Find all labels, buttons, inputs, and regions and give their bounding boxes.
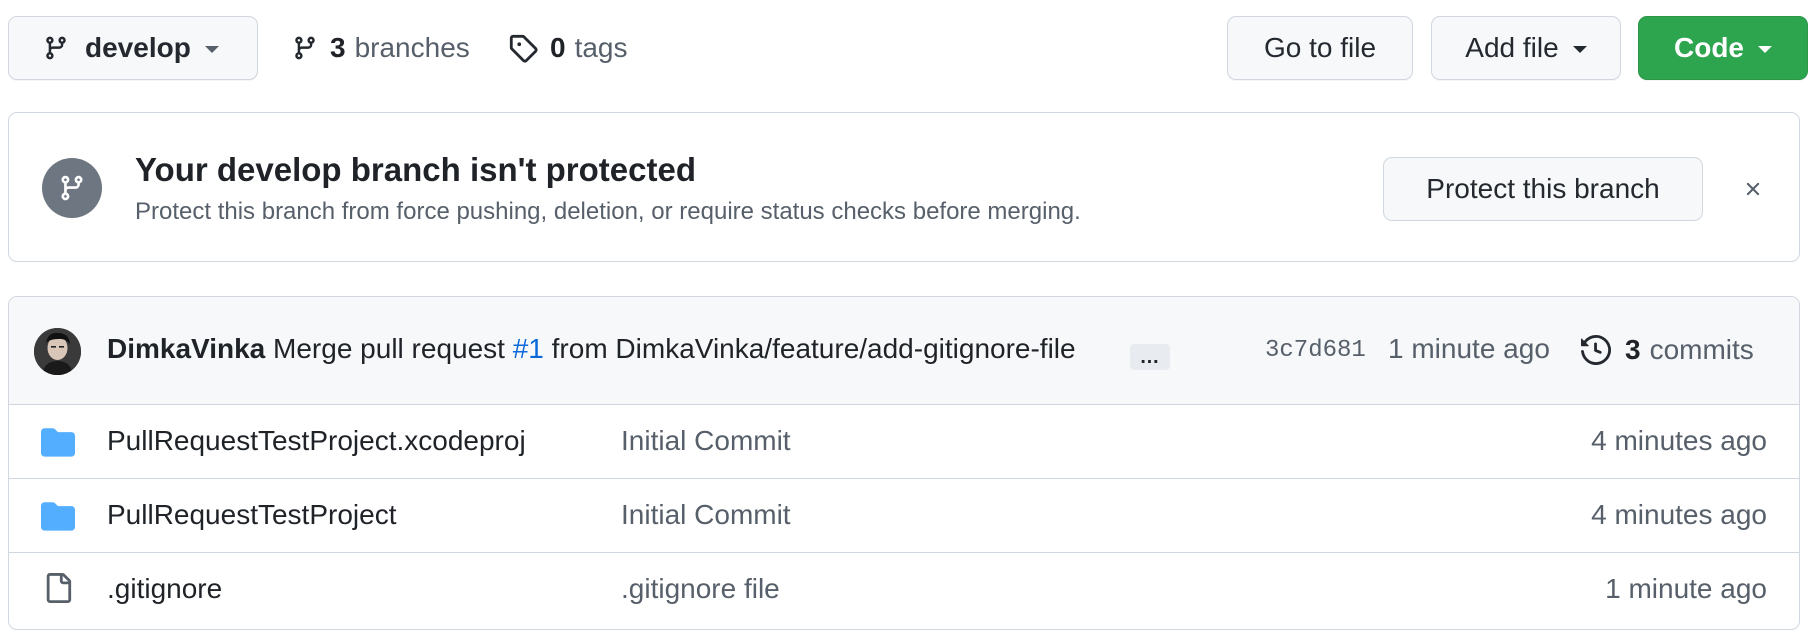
file-icon	[46, 573, 72, 603]
branch-name: develop	[85, 32, 191, 63]
file-name-link[interactable]: PullRequestTestProject	[107, 499, 396, 531]
avatar-image	[34, 328, 81, 375]
tag-icon	[509, 34, 538, 63]
banner-subtitle: Protect this branch from force pushing, …	[135, 198, 1081, 225]
protect-branch-label: Protect this branch	[1426, 173, 1660, 204]
code-label: Code	[1674, 32, 1744, 63]
chevron-down-icon	[204, 46, 219, 53]
tags-count: 0	[550, 32, 566, 63]
repo-toolbar: develop 3 branches 0 tags Go to file Add…	[8, 16, 1808, 80]
branches-count: 3	[330, 32, 346, 63]
commit-sha-link[interactable]: 3c7d681	[1265, 337, 1366, 364]
avatar[interactable]	[34, 328, 81, 375]
file-commit-message-link[interactable]: Initial Commit	[621, 425, 791, 457]
folder-icon	[41, 502, 75, 531]
expand-commit-message-button[interactable]: …	[1130, 344, 1170, 370]
chevron-down-icon	[1572, 46, 1587, 53]
add-file-button[interactable]: Add file	[1431, 16, 1621, 80]
table-row[interactable]: .gitignore .gitignore file 1 minute ago	[9, 553, 1799, 627]
file-browser: DimkaVinka Merge pull request #1 from Di…	[8, 296, 1800, 630]
chevron-down-icon	[1758, 46, 1772, 53]
file-commit-message-link[interactable]: Initial Commit	[621, 499, 791, 531]
git-branch-icon	[61, 175, 83, 201]
tags-label: tags	[574, 32, 628, 63]
branches-link[interactable]: 3 branches	[292, 16, 470, 80]
branch-protection-banner: Your develop branch isn't protected Prot…	[8, 112, 1800, 262]
folder-icon	[41, 428, 75, 457]
git-branch-icon	[295, 36, 315, 60]
go-to-file-button[interactable]: Go to file	[1227, 16, 1413, 80]
go-to-file-label: Go to file	[1263, 32, 1377, 63]
commits-count: 3	[1625, 334, 1641, 365]
branches-label: branches	[354, 32, 470, 63]
commit-message-prefix[interactable]: Merge pull request	[273, 333, 505, 364]
banner-title: Your develop branch isn't protected	[135, 151, 696, 188]
file-commit-time: 4 minutes ago	[1591, 499, 1767, 530]
banner-branch-badge	[42, 158, 102, 218]
file-commit-message-link[interactable]: .gitignore file	[621, 573, 780, 605]
table-row[interactable]: PullRequestTestProject.xcodeproj Initial…	[9, 405, 1799, 479]
file-commit-time: 4 minutes ago	[1591, 425, 1767, 456]
table-row[interactable]: PullRequestTestProject Initial Commit 4 …	[9, 479, 1799, 553]
file-commit-time: 1 minute ago	[1605, 573, 1767, 604]
commit-message-suffix[interactable]: from DimkaVinka/feature/add-gitignore-fi…	[552, 333, 1076, 364]
branch-selector-button[interactable]: develop	[8, 16, 258, 80]
commit-summary: DimkaVinka Merge pull request #1 from Di…	[107, 333, 1076, 365]
protect-branch-button[interactable]: Protect this branch	[1383, 157, 1703, 221]
close-icon	[1746, 182, 1760, 196]
file-name-link[interactable]: .gitignore	[107, 573, 222, 605]
commit-time: 1 minute ago	[1388, 333, 1550, 364]
tags-link[interactable]: 0 tags	[508, 16, 628, 80]
code-button[interactable]: Code	[1638, 16, 1808, 80]
commits-history-link[interactable]: 3 commits	[1581, 329, 1754, 371]
file-name-link[interactable]: PullRequestTestProject.xcodeproj	[107, 425, 526, 457]
history-icon	[1581, 335, 1611, 365]
latest-commit-bar: DimkaVinka Merge pull request #1 from Di…	[9, 297, 1799, 405]
add-file-label: Add file	[1465, 32, 1559, 63]
dismiss-banner-button[interactable]	[1737, 173, 1769, 205]
pull-request-link[interactable]: #1	[513, 333, 544, 364]
commits-label: commits	[1649, 334, 1754, 365]
git-branch-icon	[46, 36, 66, 60]
commit-author-link[interactable]: DimkaVinka	[107, 333, 265, 364]
